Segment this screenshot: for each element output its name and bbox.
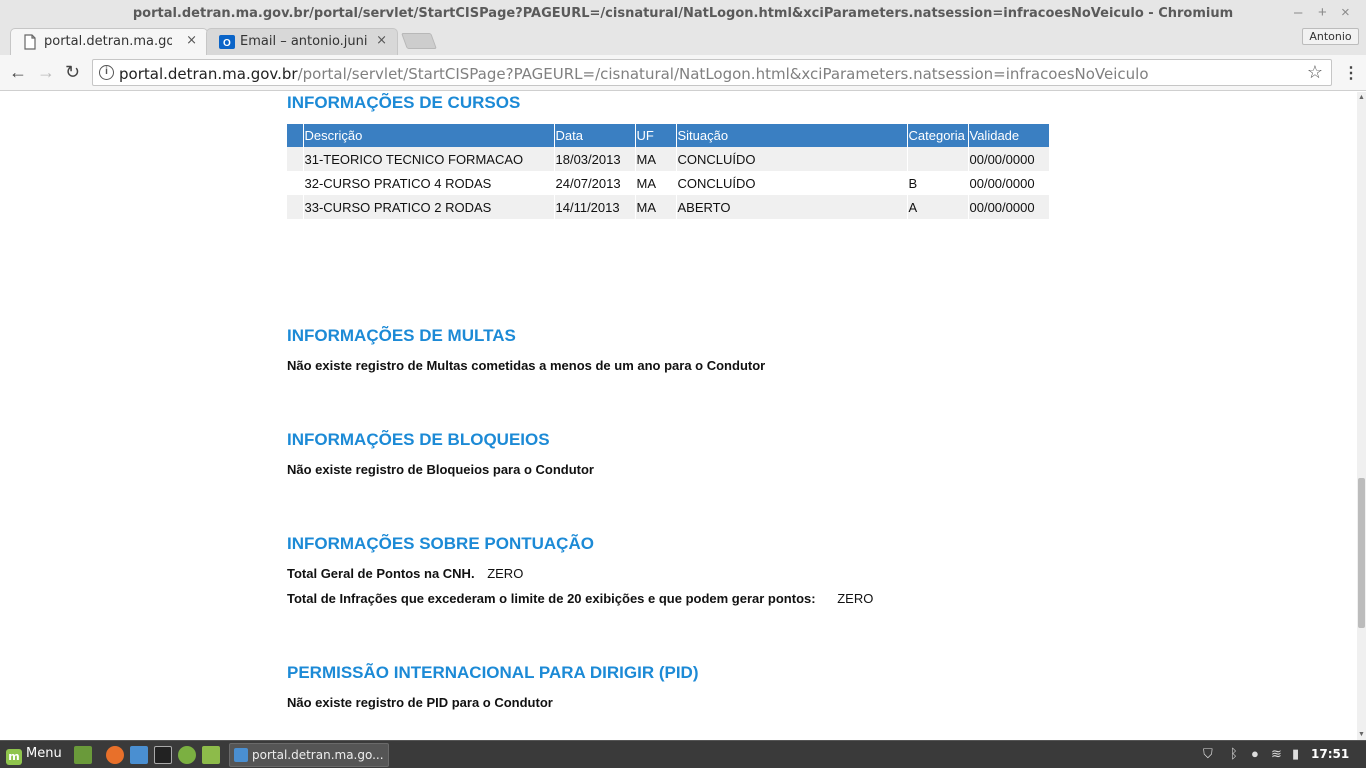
show-desktop-icon[interactable] [74, 746, 92, 764]
pontos-total-label: Total Geral de Pontos na CNH. [287, 566, 475, 581]
forward-button[interactable]: → [37, 62, 55, 83]
header-data: Data [554, 124, 636, 147]
chromium-icon[interactable] [130, 746, 148, 764]
page-icon [23, 34, 37, 50]
header-descricao: Descrição [303, 124, 555, 147]
shield-icon[interactable]: ⛉ [1203, 746, 1213, 762]
table-row: 33-CURSO PRATICO 2 RODAS 14/11/2013 MA A… [287, 195, 1050, 219]
battery-icon[interactable]: ▮ [1292, 746, 1299, 762]
bloqueios-text: Não existe registro de Bloqueios para o … [287, 462, 594, 477]
start-menu-label: Menu [26, 746, 62, 761]
clock[interactable]: 17:51 [1311, 747, 1349, 761]
cell-categoria [907, 147, 969, 171]
cell-situacao: ABERTO [676, 195, 908, 219]
cell-data: 18/03/2013 [554, 147, 636, 171]
row-spacer [287, 147, 304, 171]
info-icon[interactable]: i [99, 65, 114, 80]
cell-situacao: CONCLUÍDO [676, 147, 908, 171]
reload-button[interactable]: ↻ [65, 62, 80, 83]
bluetooth-icon[interactable]: ᛒ [1230, 746, 1238, 761]
terminal-icon[interactable] [154, 746, 172, 764]
close-window-button[interactable]: × [1341, 4, 1350, 21]
firefox-icon[interactable] [106, 746, 124, 764]
table-header-row: Descrição Data UF Situação Categoria Val… [287, 124, 1050, 147]
bookmark-star-icon[interactable]: ☆ [1307, 62, 1323, 83]
table-row: 31-TEORICO TECNICO FORMACAO 18/03/2013 M… [287, 147, 1050, 171]
header-uf: UF [635, 124, 677, 147]
pontos-total-line: Total Geral de Pontos na CNH. ZERO [287, 566, 523, 581]
row-spacer [287, 171, 304, 195]
pid-text: Não existe registro de PID para o Condut… [287, 695, 553, 710]
window-title: portal.detran.ma.gov.br/portal/servlet/S… [132, 6, 1234, 21]
scroll-up-icon[interactable]: ▲ [1358, 94, 1365, 101]
tab-label: Email – antonio.junior16 [240, 34, 368, 49]
header-categoria: Categoria [907, 124, 969, 147]
multas-text: Não existe registro de Multas cometidas … [287, 358, 766, 373]
taskbar-window-label: portal.detran.ma.go... [252, 748, 384, 762]
browser-toolbar: ← → ↻ i portal.detran.ma.gov.br/portal/s… [0, 55, 1366, 91]
url-text[interactable]: portal.detran.ma.gov.br/portal/servlet/S… [119, 65, 1149, 83]
back-button[interactable]: ← [9, 62, 27, 83]
start-menu-button[interactable]: m Menu [6, 746, 62, 765]
cell-data: 14/11/2013 [554, 195, 636, 219]
cell-uf: MA [635, 147, 677, 171]
cell-validade: 00/00/0000 [968, 171, 1050, 195]
svg-text:O: O [223, 38, 231, 49]
mint-logo-icon: m [6, 749, 22, 765]
header-validade: Validade [968, 124, 1050, 147]
maximize-button[interactable]: + [1318, 4, 1327, 21]
page-content: INFORMAÇÕES DE CURSOS Descrição Data UF … [0, 92, 1357, 740]
infracoes-label: Total de Infrações que excederam o limit… [287, 591, 816, 606]
files-icon[interactable] [202, 746, 220, 764]
cell-categoria: B [907, 171, 969, 195]
pid-title: PERMISSÃO INTERNACIONAL PARA DIRIGIR (PI… [287, 663, 699, 682]
cell-descricao: 31-TEORICO TECNICO FORMACAO [303, 147, 555, 171]
cell-descricao: 33-CURSO PRATICO 2 RODAS [303, 195, 555, 219]
multas-title: INFORMAÇÕES DE MULTAS [287, 326, 516, 345]
cell-validade: 00/00/0000 [968, 195, 1050, 219]
cell-data: 24/07/2013 [554, 171, 636, 195]
tab-close-icon[interactable]: × [186, 33, 197, 48]
new-tab-button[interactable] [401, 33, 437, 49]
infracoes-line: Total de Infrações que excederam o limit… [287, 591, 873, 606]
cell-situacao: CONCLUÍDO [676, 171, 908, 195]
minimize-button[interactable]: – [1294, 4, 1302, 21]
android-studio-icon[interactable] [178, 746, 196, 764]
scrollbar-thumb[interactable] [1358, 478, 1365, 628]
tab-label: portal.detran.ma.gov.br [44, 34, 172, 49]
page-scrollbar[interactable]: ▲ ▼ [1357, 92, 1366, 740]
url-path: /portal/servlet/StartCISPage?PAGEURL=/ci… [297, 65, 1149, 83]
bloqueios-title: INFORMAÇÕES DE BLOQUEIOS [287, 430, 550, 449]
cursos-table: Descrição Data UF Situação Categoria Val… [287, 124, 1050, 219]
tab-close-icon[interactable]: × [376, 33, 387, 48]
window-titlebar: portal.detran.ma.gov.br/portal/servlet/S… [0, 0, 1366, 28]
infracoes-value: ZERO [837, 591, 874, 606]
url-host: portal.detran.ma.gov.br [119, 65, 298, 83]
tab-detran[interactable]: portal.detran.ma.gov.br × [10, 28, 208, 55]
user-icon[interactable]: ● [1251, 746, 1259, 761]
outlook-icon: O [219, 34, 235, 50]
table-row: 32-CURSO PRATICO 4 RODAS 24/07/2013 MA C… [287, 171, 1050, 195]
cell-uf: MA [635, 171, 677, 195]
header-situacao: Situação [676, 124, 908, 147]
chromium-window-icon [234, 748, 248, 762]
cell-validade: 00/00/0000 [968, 147, 1050, 171]
cell-uf: MA [635, 195, 677, 219]
wifi-icon[interactable]: ≋ [1271, 746, 1282, 762]
cell-categoria: A [907, 195, 969, 219]
cell-descricao: 32-CURSO PRATICO 4 RODAS [303, 171, 555, 195]
profile-button[interactable]: Antonio [1302, 28, 1359, 45]
os-taskbar: m Menu portal.detran.ma.go... ⛉ ᛒ ● ≋ ▮ 1… [0, 740, 1366, 768]
row-spacer [287, 195, 304, 219]
tab-strip: portal.detran.ma.gov.br × O Email – anto… [0, 28, 1366, 55]
scroll-down-icon[interactable]: ▼ [1358, 731, 1365, 738]
browser-menu-icon[interactable]: ⋮ [1343, 63, 1359, 83]
cursos-title: INFORMAÇÕES DE CURSOS [287, 93, 521, 112]
taskbar-window-chromium[interactable]: portal.detran.ma.go... [229, 743, 389, 767]
address-bar[interactable]: i portal.detran.ma.gov.br/portal/servlet… [92, 59, 1332, 86]
tab-email[interactable]: O Email – antonio.junior16 × [206, 28, 398, 55]
header-spacer [287, 124, 304, 147]
pontos-total-value: ZERO [487, 566, 524, 581]
pontuacao-title: INFORMAÇÕES SOBRE PONTUAÇÃO [287, 534, 594, 553]
